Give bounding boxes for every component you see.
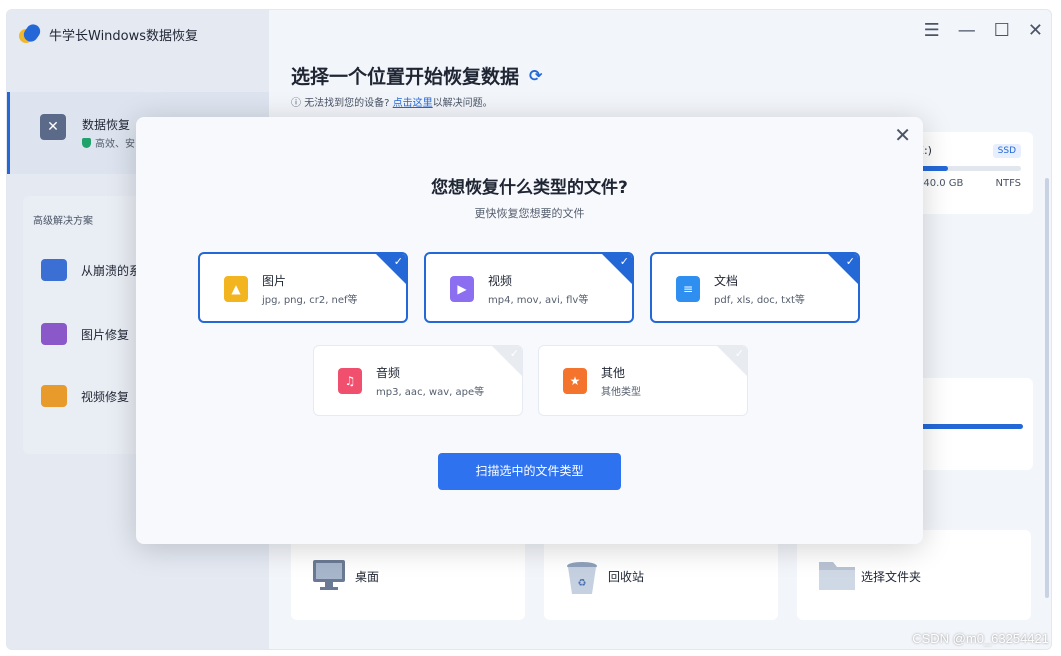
desktop-icon <box>313 560 345 590</box>
fix-link[interactable]: 点击这里 <box>393 98 433 109</box>
recycle-bin-icon: ♻ <box>567 562 597 594</box>
music-icon: ♫ <box>338 368 362 394</box>
scan-selected-types-button[interactable]: 扫描选中的文件类型 <box>438 453 621 490</box>
file-type-card-images[interactable]: ✓ ▲ 图片 jpg, png, cr2, nef等 <box>198 252 408 323</box>
location-label: 选择文件夹 <box>861 570 922 584</box>
check-icon: ✓ <box>393 255 403 268</box>
sidebar-item-label: 图片修复 <box>81 327 130 342</box>
file-type-card-documents[interactable]: ✓ ≡ 文档 pdf, xls, doc, txt等 <box>650 252 860 323</box>
video-icon: ▶ <box>450 276 474 302</box>
sidebar-item-label: 数据恢复 <box>82 118 131 132</box>
file-type-desc: mp3, aac, wav, ape等 <box>376 387 485 398</box>
monitor-icon <box>41 259 67 281</box>
progress-bar <box>915 424 1023 429</box>
location-label: 桌面 <box>355 570 380 584</box>
folder-icon <box>819 562 855 590</box>
sidebar-item-subtitle: 高效、安 <box>82 135 135 150</box>
check-icon: ✓ <box>845 255 855 268</box>
location-label: 回收站 <box>608 570 645 584</box>
dialog-title: 您想恢复什么类型的文件? <box>431 178 628 198</box>
drive-filesystem: NTFS <box>995 178 1021 189</box>
shield-icon <box>82 137 91 148</box>
ssd-badge: SSD <box>992 144 1021 158</box>
scrollbar[interactable] <box>1045 178 1049 598</box>
app-logo-icon <box>19 21 43 45</box>
drive-usage-bar <box>917 166 1021 171</box>
menu-icon[interactable]: ☰ <box>924 20 940 41</box>
advanced-solutions-title: 高级解决方案 <box>33 216 93 227</box>
sidebar-item-label: 视频修复 <box>81 389 130 404</box>
device-hint: ⓘ 无法找到您的设备? 点击这里以解决问题。 <box>291 98 493 109</box>
file-type-desc: mp4, mov, avi, flv等 <box>488 295 589 306</box>
file-type-card-other[interactable]: ✓ ★ 其他 其他类型 <box>538 345 748 416</box>
file-type-card-audio[interactable]: ✓ ♫ 音频 mp3, aac, wav, ape等 <box>313 345 523 416</box>
file-type-name: 文档 <box>714 274 739 288</box>
minimize-icon[interactable]: — <box>958 20 976 41</box>
file-type-name: 其他 <box>601 366 626 380</box>
file-type-dialog: ✕ 您想恢复什么类型的文件? 更快恢复您想要的文件 ✓ ▲ 图片 jpg, pn… <box>136 117 923 544</box>
brand: 牛学长Windows数据恢复 <box>19 21 199 45</box>
refresh-icon[interactable]: ⟳ <box>529 66 542 85</box>
close-icon[interactable]: ✕ <box>894 123 911 147</box>
svg-text:♻: ♻ <box>578 578 587 589</box>
star-icon: ★ <box>563 368 587 394</box>
file-type-card-videos[interactable]: ✓ ▶ 视频 mp4, mov, avi, flv等 <box>424 252 634 323</box>
video-repair-icon <box>41 385 67 407</box>
file-type-name: 音频 <box>376 366 401 380</box>
window-controls: ☰ — ☐ ✕ <box>924 20 1043 41</box>
file-type-desc: pdf, xls, doc, txt等 <box>714 295 805 306</box>
tools-icon: ✕ <box>40 114 66 140</box>
file-type-desc: jpg, png, cr2, nef等 <box>262 295 358 306</box>
file-type-name: 视频 <box>488 274 513 288</box>
check-icon: ✓ <box>734 347 744 360</box>
file-type-name: 图片 <box>262 274 287 288</box>
close-icon[interactable]: ✕ <box>1028 20 1043 41</box>
watermark: CSDN @m0_63254421 <box>912 631 1049 646</box>
file-type-desc: 其他类型 <box>601 387 641 398</box>
app-title: 牛学长Windows数据恢复 <box>49 28 199 44</box>
check-icon: ✓ <box>619 255 629 268</box>
check-icon: ✓ <box>509 347 519 360</box>
help-icon: ⓘ <box>291 98 301 109</box>
image-icon: ▲ <box>224 276 248 302</box>
page-title: 选择一个位置开始恢复数据 ⟳ <box>291 66 543 88</box>
drive-size: 440.0 GB <box>917 178 964 189</box>
photo-repair-icon <box>41 323 67 345</box>
document-icon: ≡ <box>676 276 700 302</box>
sidebar-item-label: 从崩溃的系 <box>81 263 142 278</box>
dialog-subtitle: 更快恢复您想要的文件 <box>474 207 585 220</box>
maximize-icon[interactable]: ☐ <box>994 20 1010 41</box>
